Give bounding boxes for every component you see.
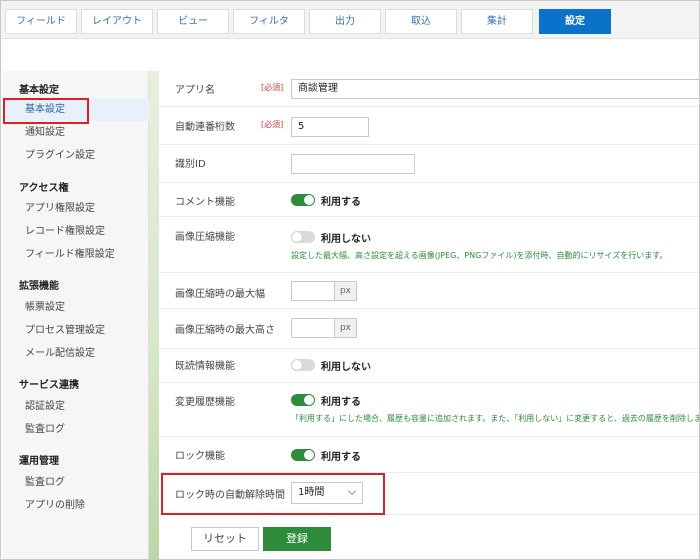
max-width-input[interactable]: px — [291, 281, 357, 301]
row-read-info: 既読情報機能 利用しない — [159, 349, 699, 383]
tab-aggregate[interactable]: 集計 — [461, 9, 533, 34]
sidebar-item-field-permission[interactable]: フィールド権限設定 — [3, 244, 149, 266]
px-suffix: px — [334, 319, 356, 337]
settings-sidebar: 基本設定 基本設定 通知設定 プラグイン設定 アクセス権 アプリ権限設定 レコー… — [3, 71, 149, 559]
row-lock-release: ロック時の自動解除時間 1時間 — [159, 473, 699, 515]
lock-release-select[interactable]: 1時間 — [291, 482, 363, 504]
tab-import[interactable]: 取込 — [385, 9, 457, 34]
lock-toggle[interactable] — [291, 449, 315, 461]
sidebar-item-process[interactable]: プロセス管理設定 — [3, 320, 149, 342]
row-app-name: アプリ名 [必須] 商談管理 — [159, 71, 699, 107]
lock-toggle-label: 利用する — [321, 452, 361, 463]
sidebar-group-access: アクセス権 — [19, 183, 69, 194]
row-lock: ロック機能 利用する — [159, 437, 699, 473]
comment-toggle[interactable] — [291, 194, 315, 206]
tab-filter[interactable]: フィルタ — [233, 9, 305, 34]
px-suffix: px — [334, 282, 356, 300]
tab-export[interactable]: 出力 — [309, 9, 381, 34]
tab-layout[interactable]: レイアウト — [81, 9, 153, 34]
max-width-label: 画像圧縮時の最大幅 — [175, 289, 265, 300]
toggle-knob — [304, 450, 314, 460]
identifier-label: 識別ID — [175, 159, 206, 170]
chevron-down-icon — [347, 486, 357, 496]
app-window: フィールド レイアウト ビュー フィルタ 出力 取込 集計 設定 基本設定 基本… — [0, 0, 700, 560]
tab-fields[interactable]: フィールド — [5, 9, 77, 34]
required-badge: [必須] — [261, 83, 284, 92]
history-label: 変更履歴機能 — [175, 397, 235, 408]
row-comment: コメント機能 利用する — [159, 183, 699, 217]
sidebar-item-auth[interactable]: 認証設定 — [3, 396, 149, 418]
sidebar-item-notification[interactable]: 通知設定 — [3, 122, 149, 144]
row-max-height: 画像圧縮時の最大高さ px — [159, 309, 699, 349]
sidebar-item-mail[interactable]: メール配信設定 — [3, 343, 149, 365]
image-compress-toggle-label: 利用しない — [321, 234, 371, 245]
reset-button[interactable]: リセット — [191, 527, 259, 551]
tab-view[interactable]: ビュー — [157, 9, 229, 34]
sidebar-item-audit-log[interactable]: 監査ログ — [3, 472, 149, 494]
read-info-toggle[interactable] — [291, 359, 315, 371]
max-height-input[interactable]: px — [291, 318, 357, 338]
sidebar-item-delete-app[interactable]: アプリの削除 — [3, 495, 149, 517]
image-compress-label: 画像圧縮機能 — [175, 232, 235, 243]
lock-release-value: 1時間 — [298, 487, 325, 498]
sidebar-item-report[interactable]: 帳票設定 — [3, 297, 149, 319]
decorative-strip — [149, 71, 159, 559]
auto-number-input[interactable]: 5 — [291, 117, 369, 137]
row-history: 変更履歴機能 利用する 「利用する」にした場合、履歴も容量に追加されます。また、… — [159, 383, 700, 437]
sidebar-group-service: サービス連携 — [19, 380, 79, 391]
sidebar-item-app-permission[interactable]: アプリ権限設定 — [3, 198, 149, 220]
image-compress-help: 設定した最大幅、高さ設定を超える画像(JPEG、PNGファイル)を添付時、自動的… — [291, 251, 668, 260]
auto-number-label: 自動連番桁数 — [175, 122, 235, 133]
history-toggle[interactable] — [291, 394, 315, 406]
image-compress-toggle[interactable] — [291, 231, 315, 243]
lock-label: ロック機能 — [175, 451, 225, 462]
sidebar-group-basic: 基本設定 — [19, 85, 59, 96]
row-max-width: 画像圧縮時の最大幅 px — [159, 273, 699, 309]
history-help: 「利用する」にした場合、履歴も容量に追加されます。また、「利用しない」に変更する… — [291, 414, 700, 423]
comment-toggle-label: 利用する — [321, 197, 361, 208]
toggle-knob — [292, 360, 302, 370]
header-band — [1, 39, 699, 71]
tab-bar: フィールド レイアウト ビュー フィルタ 出力 取込 集計 設定 — [1, 1, 699, 39]
max-height-label: 画像圧縮時の最大高さ — [175, 325, 275, 336]
sidebar-group-operation: 運用管理 — [19, 456, 59, 467]
app-name-label: アプリ名 — [175, 85, 215, 96]
tab-settings[interactable]: 設定 — [539, 9, 611, 34]
app-name-input[interactable]: 商談管理 — [291, 79, 699, 99]
toggle-knob — [292, 232, 302, 242]
row-image-compress: 画像圧縮機能 利用しない 設定した最大幅、高さ設定を超える画像(JPEG、PNG… — [159, 217, 699, 273]
lock-release-label: ロック時の自動解除時間 — [175, 490, 285, 501]
sidebar-item-plugin[interactable]: プラグイン設定 — [3, 145, 149, 167]
comment-label: コメント機能 — [175, 197, 235, 208]
read-info-label: 既読情報機能 — [175, 361, 235, 372]
row-identifier: 識別ID — [159, 145, 699, 183]
save-button[interactable]: 登録 — [263, 527, 331, 551]
required-badge: [必須] — [261, 120, 284, 129]
sidebar-item-record-permission[interactable]: レコード権限設定 — [3, 221, 149, 243]
row-auto-number: 自動連番桁数 [必須] 5 — [159, 107, 699, 145]
sidebar-group-extension: 拡張機能 — [19, 281, 59, 292]
read-info-toggle-label: 利用しない — [321, 362, 371, 373]
settings-form: アプリ名 [必須] 商談管理 自動連番桁数 [必須] 5 識別ID コメント機能… — [159, 71, 700, 559]
sidebar-item-basic-settings[interactable]: 基本設定 — [3, 99, 149, 121]
toggle-knob — [304, 395, 314, 405]
identifier-input[interactable] — [291, 154, 415, 174]
toggle-knob — [304, 195, 314, 205]
history-toggle-label: 利用する — [321, 397, 361, 408]
sidebar-item-audit-log-service[interactable]: 監査ログ — [3, 419, 149, 441]
